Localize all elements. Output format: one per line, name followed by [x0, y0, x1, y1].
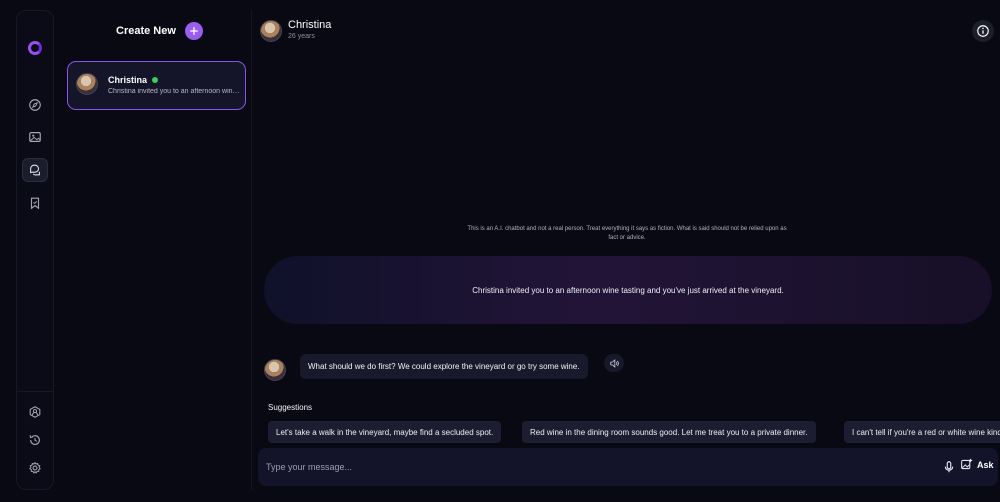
- info-icon: [977, 25, 989, 37]
- message-composer: Ask: [258, 448, 998, 486]
- play-audio-button[interactable]: [604, 354, 624, 372]
- plus-icon: [190, 27, 198, 35]
- chat-bubbles-icon: [30, 164, 40, 176]
- ai-disclaimer: This is an A.I. chatbot and not a real p…: [467, 226, 787, 241]
- chat-header-age: 26 years: [288, 33, 315, 40]
- companion-nav-button[interactable]: [22, 400, 48, 424]
- voice-input-button[interactable]: [942, 460, 956, 474]
- scenario-banner: Christina invited you to an afternoon wi…: [264, 256, 992, 324]
- image-plus-icon: [961, 458, 973, 470]
- info-button[interactable]: [972, 20, 994, 42]
- create-new-button[interactable]: [184, 22, 203, 40]
- chat-item-name-row: Christina: [108, 75, 159, 85]
- chat-item-name: Christina: [108, 75, 148, 85]
- ask-label: Ask: [977, 459, 994, 470]
- chat-header-name: Christina: [288, 19, 332, 31]
- app-logo[interactable]: [28, 41, 42, 55]
- chats-nav-button[interactable]: [22, 158, 48, 182]
- bot-message: What should we do first? We could explor…: [300, 354, 588, 379]
- suggestion-chip[interactable]: Let's take a walk in the vineyard, maybe…: [268, 421, 502, 443]
- message-avatar: [264, 359, 286, 381]
- suggestions-row: Let's take a walk in the vineyard, maybe…: [268, 421, 1000, 443]
- header-avatar[interactable]: [260, 20, 282, 42]
- suggestions-label: Suggestions: [268, 403, 313, 412]
- saved-nav-button[interactable]: [22, 191, 48, 215]
- message-input[interactable]: [266, 457, 906, 477]
- chat-panel: Christina 26 years This is an A.I. chatb…: [252, 10, 1000, 490]
- rail-divider: [17, 391, 53, 392]
- gear-icon: [29, 461, 41, 474]
- suggestion-chip[interactable]: I can't tell if you're a red or white wi…: [844, 421, 1000, 443]
- history-icon: [29, 435, 40, 445]
- avatar: [76, 73, 98, 95]
- companion-icon: [29, 406, 41, 418]
- explore-nav-button[interactable]: [22, 93, 48, 117]
- gallery-nav-button[interactable]: [22, 125, 48, 149]
- chat-list-item[interactable]: Christina Christina invited you to an af…: [67, 61, 246, 110]
- compass-icon: [29, 99, 41, 111]
- speaker-icon: [609, 358, 619, 368]
- microphone-icon: [944, 461, 954, 473]
- image-icon: [29, 132, 41, 142]
- settings-nav-button[interactable]: [22, 456, 48, 480]
- create-new-row: Create New: [116, 22, 203, 40]
- chat-item-preview: Christina invited you to an afternoon wi…: [108, 88, 240, 95]
- chat-list-sidebar: Create New Christina Christina invited y…: [55, 10, 251, 490]
- ask-image-button[interactable]: Ask: [960, 458, 994, 471]
- history-nav-button[interactable]: [22, 428, 48, 452]
- bookmark-icon: [30, 197, 40, 210]
- scenario-text: Christina invited you to an afternoon wi…: [472, 285, 784, 295]
- suggestion-chip[interactable]: Red wine in the dining room sounds good.…: [522, 421, 816, 443]
- nav-rail: [16, 10, 54, 490]
- create-new-label: Create New: [116, 25, 176, 37]
- online-status-dot: [152, 77, 159, 83]
